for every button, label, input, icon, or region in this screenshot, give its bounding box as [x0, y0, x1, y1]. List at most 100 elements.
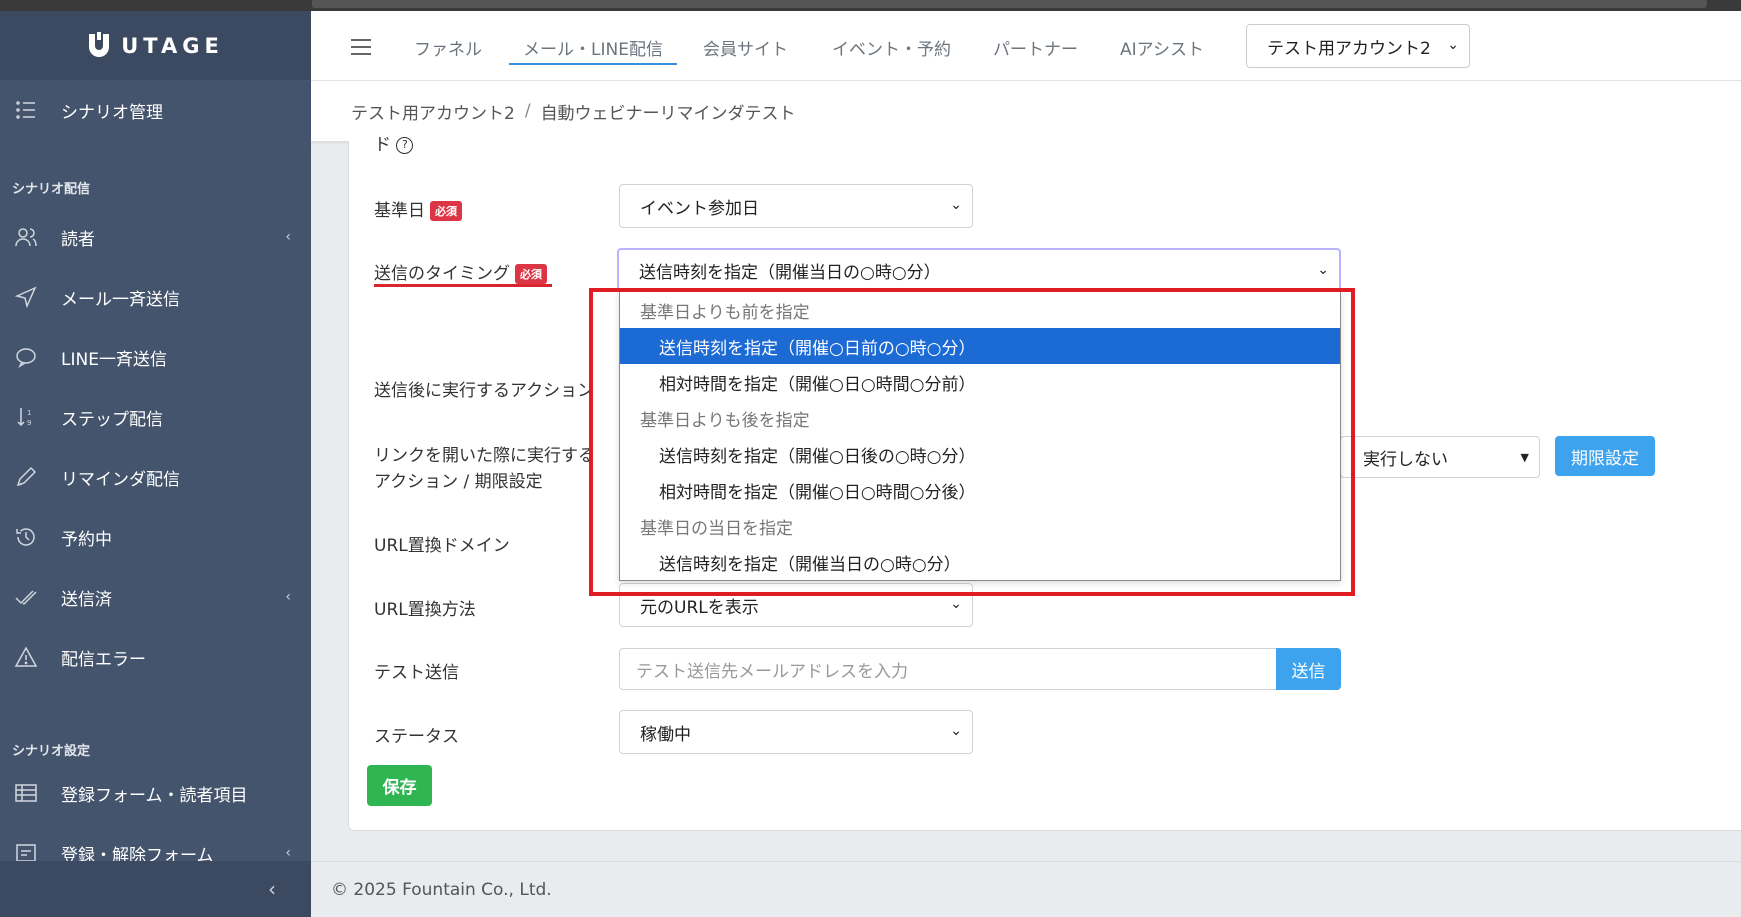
hamburger-menu-icon[interactable] [351, 39, 371, 55]
sidebar-item-readers[interactable]: 読者 ‹ [0, 217, 311, 257]
sidebar-item-bulk-email[interactable]: メール一斉送信 [0, 277, 311, 317]
sidebar-item-bulk-line[interactable]: LINE一斉送信 [0, 337, 311, 377]
chevron-left-icon: ‹ [285, 589, 291, 605]
breadcrumb-account[interactable]: テスト用アカウント2 [351, 99, 515, 124]
chat-bubble-icon [16, 348, 36, 368]
brand[interactable]: UTAGE [0, 11, 311, 80]
required-badge: 必須 [430, 201, 462, 221]
sidebar-section-scenario-settings: シナリオ設定 [12, 744, 91, 759]
link-action-label-line2: アクション / 期限設定 [374, 472, 543, 492]
required-badge: 必須 [515, 264, 547, 284]
status-select-value: 稼働中 [640, 724, 691, 745]
chevron-down-icon: ⌄ [950, 596, 962, 612]
footer: © 2025 Fountain Co., Ltd. [311, 861, 1741, 917]
base-date-label: 基準日 必須 [374, 196, 462, 221]
warning-icon [14, 646, 38, 667]
sidebar-item-scheduled[interactable]: 予約中 [0, 517, 311, 557]
send-icon [14, 286, 37, 309]
copyright: © 2025 Fountain Co., Ltd. [331, 879, 552, 900]
after-send-action-label: 送信後に実行するアクション [374, 381, 595, 401]
annotation-highlight-box [589, 288, 1355, 596]
sidebar-item-label: ステップ配信 [61, 409, 163, 430]
caret-down-icon: ▼ [1520, 451, 1529, 464]
sidebar-item-step-delivery[interactable]: 19 ステップ配信 [0, 397, 311, 437]
test-send-label: テスト送信 [374, 663, 459, 683]
sidebar-item-label: リマインダ配信 [61, 469, 180, 490]
send-timing-select[interactable]: 送信時刻を指定（開催当日の○時○分） ⌄ [617, 248, 1341, 292]
users-icon [15, 228, 37, 247]
sidebar-item-label: メール一斉送信 [61, 289, 180, 310]
status-label: ステータス [374, 727, 459, 747]
account-select[interactable]: テスト用アカウント2 ⌄ [1246, 24, 1470, 68]
send-timing-label-text: 送信のタイミング [374, 264, 510, 284]
sidebar-item-registration-form-fields[interactable]: 登録フォーム・読者項目 [0, 773, 311, 813]
nav-member-site[interactable]: 会員サイト [703, 35, 788, 60]
chevron-down-icon: ⌄ [950, 197, 962, 213]
svg-text:1: 1 [27, 409, 31, 417]
sidebar-item-label: LINE一斉送信 [61, 349, 167, 370]
sort-down-icon: 19 [17, 408, 31, 427]
test-send-button[interactable]: 送信 [1276, 648, 1341, 690]
history-icon [16, 528, 35, 546]
chevron-left-icon: ‹ [285, 229, 291, 245]
chevron-down-icon: ⌄ [1317, 262, 1329, 278]
save-button[interactable]: 保存 [367, 765, 432, 806]
sidebar-item-label: 配信エラー [61, 649, 146, 670]
base-date-select-value: イベント参加日 [640, 198, 759, 219]
chevron-down-icon: ⌄ [1447, 37, 1459, 53]
pencil-icon [16, 466, 37, 487]
annotation-underline [374, 284, 552, 287]
nav-active-indicator [509, 63, 677, 65]
window-top-line [312, 0, 1707, 8]
link-action-select[interactable]: 実行しない ▼ [1340, 436, 1540, 478]
base-date-select[interactable]: イベント参加日 ⌄ [619, 184, 973, 228]
sidebar-item-sent[interactable]: 送信済 ‹ [0, 577, 311, 617]
nav-event-reservation[interactable]: イベント・予約 [832, 35, 951, 60]
chevron-down-icon: ⌄ [950, 723, 962, 739]
url-domain-label: URL置換ドメイン [374, 536, 510, 556]
nav-partner[interactable]: パートナー [993, 35, 1078, 60]
sidebar-section-scenario-delivery: シナリオ配信 [12, 182, 91, 197]
breadcrumb-page: 自動ウェビナーリマインダテスト [540, 103, 796, 124]
url-method-select-value: 元のURLを表示 [640, 597, 759, 618]
nav-ai-assist[interactable]: AIアシスト [1120, 35, 1204, 60]
limit-settings-button[interactable]: 期限設定 [1555, 436, 1655, 476]
sidebar-footer: ‹ [0, 861, 311, 917]
status-select[interactable]: 稼働中 ⌄ [619, 710, 973, 754]
sidebar-item-label: 送信済 [61, 589, 112, 610]
nav-funnel[interactable]: ファネル [414, 35, 482, 60]
utage-logo-icon [89, 31, 110, 57]
help-icon[interactable]: ? [396, 136, 414, 154]
window-top-strip [0, 0, 1741, 11]
cut-off-label-text: ド [374, 135, 391, 155]
account-select-value: テスト用アカウント2 [1267, 38, 1431, 59]
sidebar-item-label: シナリオ管理 [61, 102, 163, 123]
cut-off-label: ド ? [374, 130, 414, 155]
send-timing-select-value: 送信時刻を指定（開催当日の○時○分） [639, 262, 941, 283]
double-check-icon [15, 590, 37, 606]
table-icon [15, 784, 37, 802]
nav-mail-line[interactable]: メール・LINE配信 [523, 35, 663, 60]
sidebar-item-scenario-management[interactable]: シナリオ管理 [0, 80, 311, 140]
link-action-label-line1: リンクを開いた際に実行する [374, 446, 595, 466]
send-timing-label: 送信のタイミング 必須 [374, 259, 547, 284]
sidebar: UTAGE シナリオ管理 シナリオ配信 読者 ‹ メール一斉送信 LINE一斉送… [0, 11, 311, 917]
sidebar-item-delivery-errors[interactable]: 配信エラー [0, 637, 311, 677]
base-date-label-text: 基準日 [374, 201, 425, 221]
test-send-placeholder: テスト送信先メールアドレスを入力 [636, 661, 908, 682]
test-send-email-input[interactable]: テスト送信先メールアドレスを入力 [619, 648, 1277, 690]
sidebar-item-label: 読者 [61, 229, 95, 250]
sidebar-item-reminder-delivery[interactable]: リマインダ配信 [0, 457, 311, 497]
url-method-label: URL置換方法 [374, 600, 476, 620]
brand-name: UTAGE [121, 33, 224, 58]
svg-text:9: 9 [27, 419, 31, 427]
top-navbar: ファネル メール・LINE配信 会員サイト イベント・予約 パートナー AIアシ… [311, 11, 1741, 81]
sidebar-item-label: 登録フォーム・読者項目 [61, 785, 248, 806]
sidebar-item-label: 予約中 [61, 529, 112, 550]
list-icon [16, 101, 35, 119]
link-action-select-value: 実行しない [1363, 449, 1448, 470]
chevron-left-icon: ‹ [285, 845, 291, 861]
breadcrumb-separator: / [524, 101, 531, 121]
breadcrumb: テスト用アカウント2 / 自動ウェビナーリマインダテスト [311, 81, 1741, 141]
sidebar-collapse-icon[interactable]: ‹ [268, 877, 276, 901]
